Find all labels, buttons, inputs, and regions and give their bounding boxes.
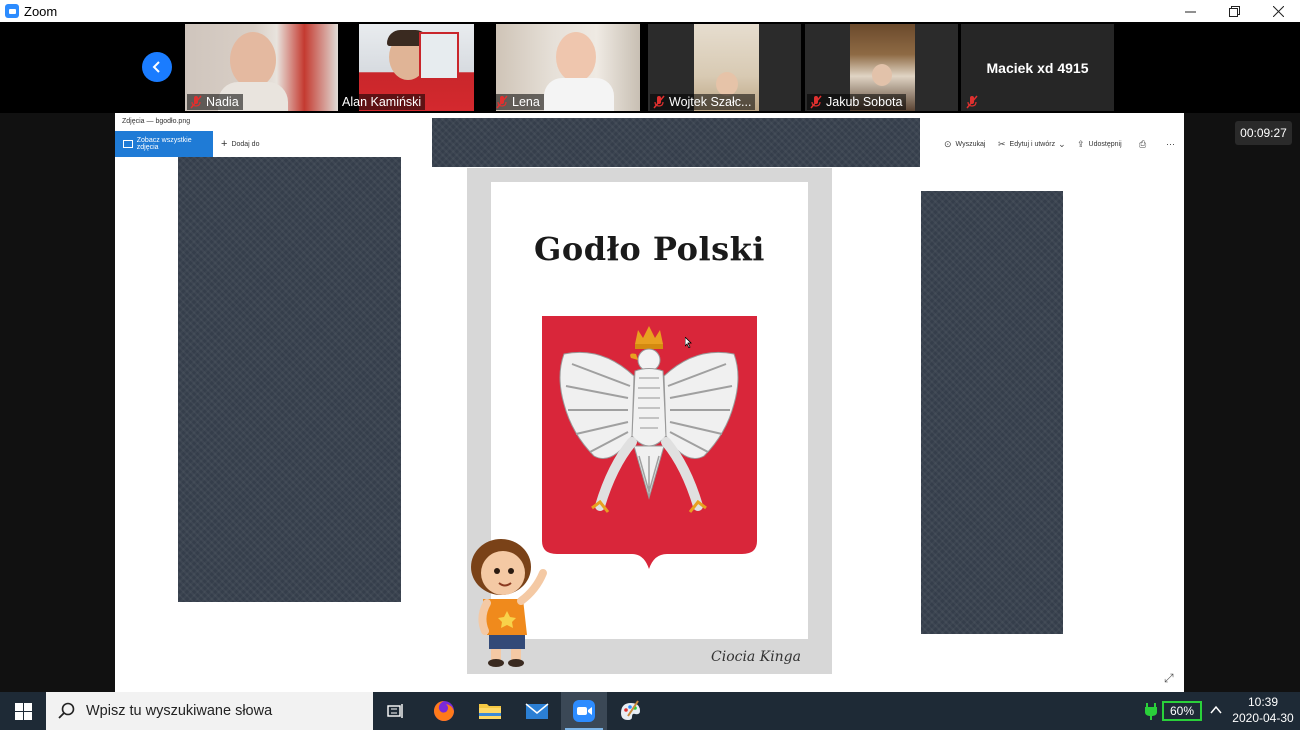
poster-title: Godło Polski (534, 230, 765, 268)
edit-create-button[interactable]: ✂ Edytuj i utwórz ⌄ (998, 131, 1066, 157)
chevron-left-icon (152, 61, 160, 73)
windows-taskbar: Wpisz tu wyszukiwane słowa 60% 10:39 202… (0, 692, 1300, 730)
taskbar-clock[interactable]: 10:39 2020-04-30 (1226, 694, 1300, 726)
chevron-up-icon[interactable] (1209, 703, 1223, 717)
obscured-region (432, 118, 920, 167)
muted-mic-icon (810, 95, 822, 109)
polish-eagle-crest-icon (542, 316, 757, 569)
mouse-cursor-icon (685, 337, 692, 348)
plus-icon: + (221, 138, 228, 150)
firefox-icon (434, 701, 454, 721)
muted-mic-icon (966, 95, 978, 109)
firefox-taskbar-button[interactable] (421, 692, 467, 730)
obscured-region (921, 191, 1063, 634)
close-button[interactable] (1256, 0, 1300, 22)
participant-name-label (963, 94, 986, 110)
close-icon (1272, 5, 1284, 17)
minimize-button[interactable] (1168, 0, 1212, 22)
windows-logo-icon (14, 702, 32, 720)
task-view-button[interactable] (373, 692, 419, 730)
minimize-icon (1184, 11, 1196, 12)
task-view-icon (387, 704, 403, 718)
share-icon: ⇪ (1077, 138, 1085, 149)
share-button[interactable]: ⇪ Udostępnij (1077, 131, 1122, 157)
title-bar: Zoom (0, 0, 1300, 22)
participant-name-label: Wojtek Szałc... (650, 94, 756, 110)
clock-date: 2020-04-30 (1232, 711, 1294, 725)
more-icon: ⋯ (1166, 138, 1175, 149)
zoom-window: Zoom Nadia Alan Kamiński Lena Wojtek Sza… (0, 0, 1300, 730)
add-to-button[interactable]: + Dodaj do (221, 131, 259, 157)
battery-indicator[interactable]: 60% (1162, 701, 1202, 721)
muted-mic-icon (190, 95, 202, 109)
see-all-photos-button[interactable]: Zobacz wszystkie zdjęcia (115, 131, 213, 157)
zoom-logo-icon (5, 4, 19, 18)
obscured-region (178, 157, 401, 602)
shared-screen: Zdjęcia — bgodło.png Zobacz wszystkie zd… (115, 113, 1184, 692)
clock-time: 10:39 (1247, 695, 1279, 709)
zoom-icon (573, 700, 595, 722)
taskbar-search-placeholder: Wpisz tu wyszukiwane słowa (86, 703, 273, 719)
participant-tile[interactable]: Nadia (185, 24, 338, 111)
file-explorer-taskbar-button[interactable] (467, 692, 513, 730)
poster-signature: Ciocia Kinga (711, 649, 801, 665)
cartoon-boy-icon (471, 539, 547, 667)
window-controls (1168, 0, 1300, 22)
search-icon: ⊙ (944, 138, 952, 149)
more-options-button[interactable]: ⋯ (1166, 131, 1179, 157)
restore-icon (1228, 5, 1240, 17)
zoom-taskbar-button[interactable] (561, 692, 607, 730)
participant-tile[interactable]: Maciek xd 4915 (961, 24, 1114, 111)
mail-icon (525, 703, 549, 719)
participant-name-label: Alan Kamiński (340, 94, 426, 110)
participant-tile[interactable]: Lena (491, 24, 644, 111)
edit-icon: ✂ (998, 138, 1006, 149)
chevron-down-icon: ⌄ (1058, 138, 1066, 149)
print-button[interactable]: ⎙ (1139, 131, 1150, 157)
participant-name-label: Jakub Sobota (807, 94, 907, 110)
participant-name-placeholder: Maciek xd 4915 (986, 60, 1089, 76)
restore-button[interactable] (1212, 0, 1256, 22)
participant-tile[interactable]: Wojtek Szałc... (648, 24, 801, 111)
participant-name-label: Nadia (187, 94, 243, 110)
window-title: Zoom (24, 3, 58, 19)
mail-taskbar-button[interactable] (514, 692, 560, 730)
folder-icon (479, 704, 501, 719)
muted-mic-icon (653, 95, 665, 109)
gallery-previous-button[interactable] (142, 52, 172, 82)
paint-taskbar-button[interactable] (607, 692, 653, 730)
search-button[interactable]: ⊙ Wyszukaj (944, 131, 985, 157)
gallery-strip: Nadia Alan Kamiński Lena Wojtek Szałc...… (0, 22, 1300, 113)
participant-name-label: Lena (493, 94, 544, 110)
print-icon: ⎙ (1139, 138, 1147, 149)
participant-tile[interactable]: Jakub Sobota (805, 24, 958, 111)
meeting-timer: 00:09:27 (1235, 121, 1292, 145)
expand-icon[interactable]: ⤢ (1164, 672, 1176, 684)
taskbar-search-box[interactable]: Wpisz tu wyszukiwane słowa (46, 692, 373, 730)
charging-plug-icon (1145, 703, 1157, 720)
search-icon (58, 702, 75, 719)
photos-window-title: Zdjęcia — bgodło.png (122, 118, 191, 125)
muted-mic-icon (496, 95, 508, 109)
start-button[interactable] (0, 692, 46, 730)
paint-icon (621, 700, 640, 720)
participant-tile[interactable]: Alan Kamiński (338, 24, 491, 111)
